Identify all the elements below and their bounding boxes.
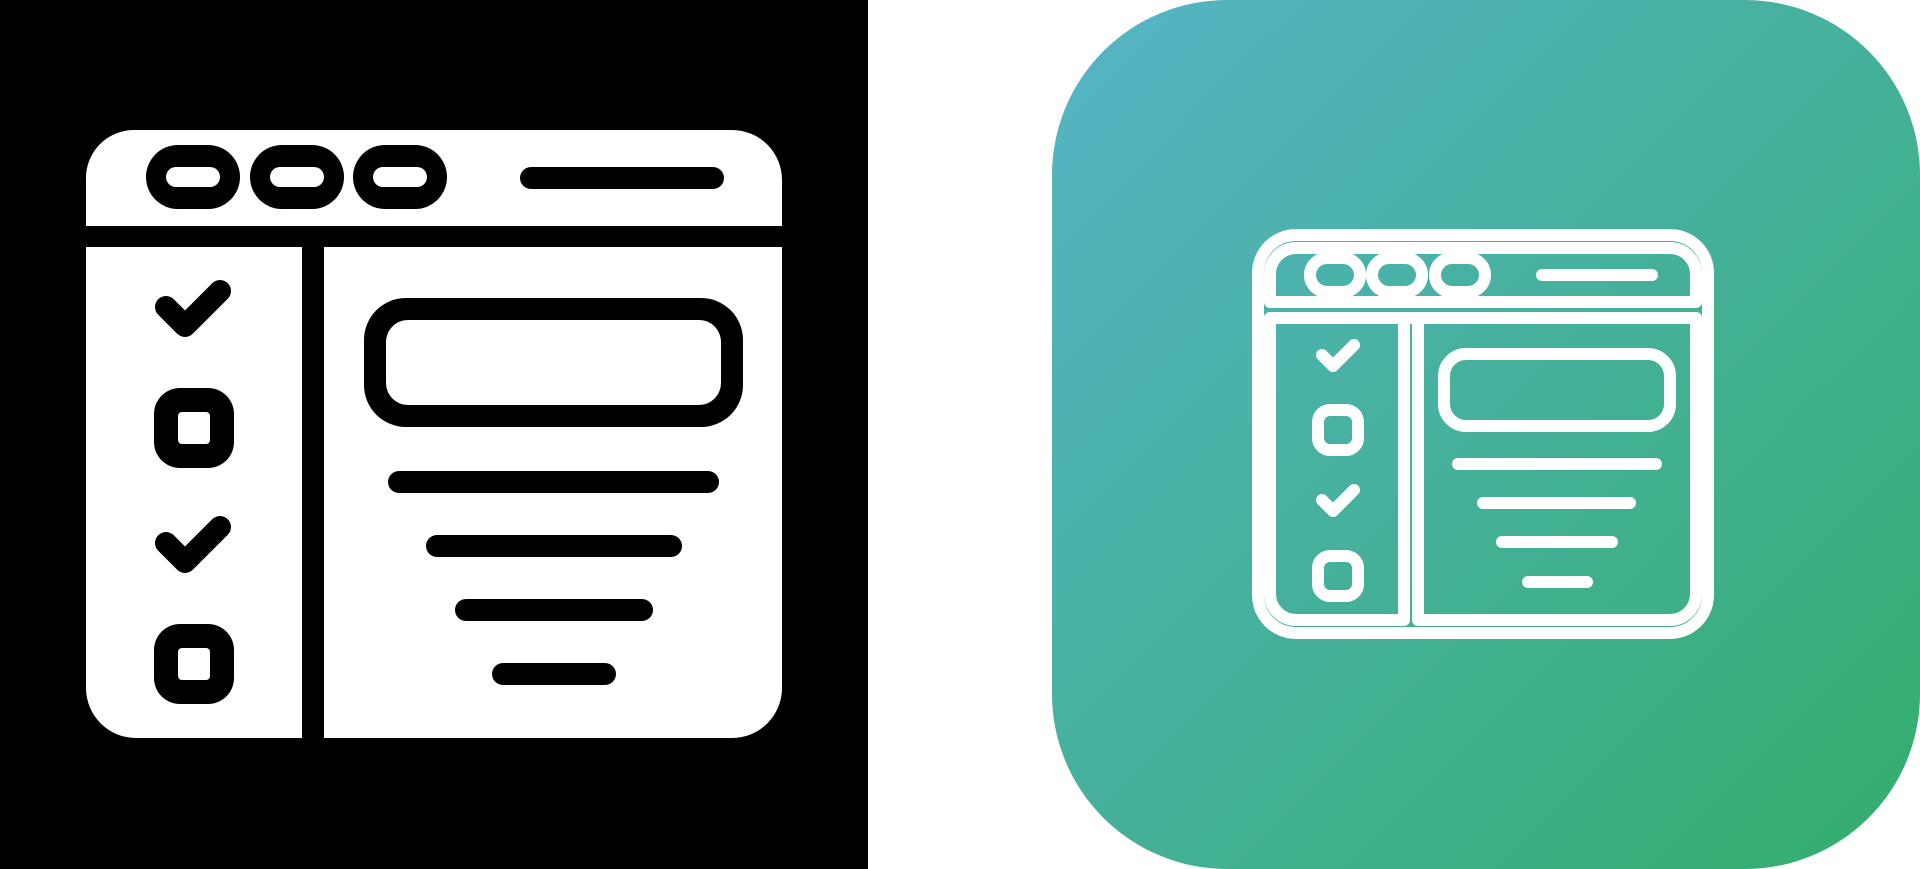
address-bar-line [520,167,724,189]
window-control-pill-3 [353,145,447,209]
glyph-tile [0,0,868,869]
text-line-1 [388,471,719,493]
content-card [364,298,743,427]
checkbox-icon-2 [154,624,234,704]
text-line-2 [426,535,682,557]
icon-pair-canvas [0,0,1920,869]
line-tile [1052,0,1920,869]
gradient-tile-background [1052,0,1920,869]
text-line-4 [492,663,616,685]
checklist-browser-line-icon [1052,0,1920,869]
window-control-pill-1 [146,145,240,209]
checklist-browser-glyph-icon [0,0,868,869]
window-control-pill-2 [250,145,344,209]
checkbox-icon-1 [154,388,234,468]
text-line-3 [455,599,653,621]
